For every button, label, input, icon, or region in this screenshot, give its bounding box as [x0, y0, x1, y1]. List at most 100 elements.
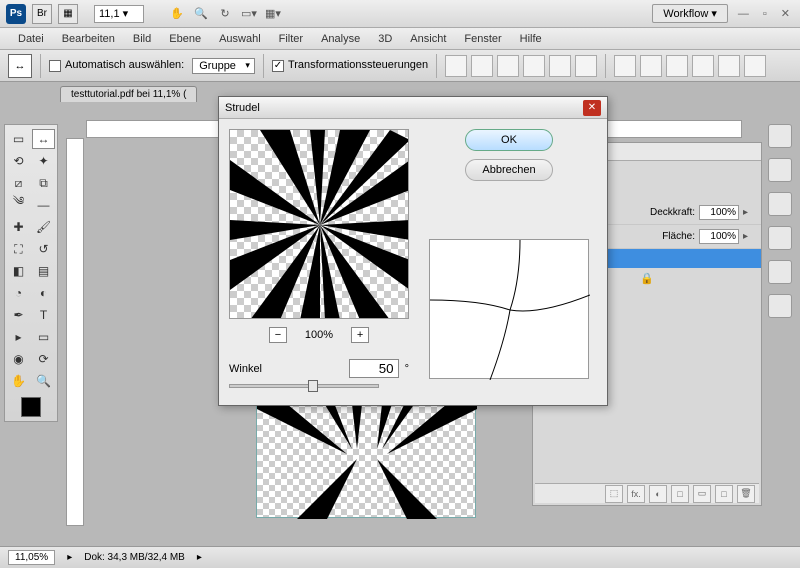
pen-tool[interactable]: ✒ [7, 305, 30, 325]
angle-slider[interactable] [229, 384, 379, 388]
minimize-icon[interactable]: — [734, 8, 753, 20]
dock-channels-icon[interactable] [768, 192, 792, 216]
foreground-color-icon[interactable] [21, 397, 41, 417]
3d-camera-tool[interactable]: ⟳ [32, 349, 55, 369]
align-bottom-icon[interactable] [497, 55, 519, 77]
menu-analyse[interactable]: Analyse [313, 31, 368, 47]
menu-datei[interactable]: Datei [10, 31, 52, 47]
shape-tool[interactable]: ▭ [32, 327, 55, 347]
menu-filter[interactable]: Filter [271, 31, 311, 47]
link-layers-icon[interactable]: ⬚ [605, 485, 623, 503]
3d-tool[interactable]: ◉ [7, 349, 30, 369]
gradient-tool[interactable]: ▤ [32, 261, 55, 281]
close-icon[interactable]: ✕ [777, 7, 794, 20]
lasso-tool[interactable]: ⟲ [7, 151, 30, 171]
panel-dock [768, 124, 796, 318]
group-icon[interactable]: ▭ [693, 485, 711, 503]
marquee-tool[interactable]: ▭ [7, 129, 30, 149]
ok-button[interactable]: OK [465, 129, 553, 151]
distribute-3-icon[interactable] [666, 55, 688, 77]
dialog-close-icon[interactable]: ✕ [583, 100, 601, 116]
auto-select-dropdown[interactable]: Gruppe [192, 58, 255, 74]
chevron-right-icon[interactable]: ▸ [67, 552, 72, 563]
align-hcenter-icon[interactable] [549, 55, 571, 77]
eyedropper-tool[interactable]: ༄ [7, 195, 30, 215]
status-doc-size: Dok: 34,3 MB/32,4 MB [84, 552, 185, 563]
dock-history-icon[interactable] [768, 294, 792, 318]
bucket-tool[interactable]: ◔ [7, 283, 30, 303]
fill-label: Fläche: [662, 231, 695, 242]
ruler-tool[interactable]: — [32, 195, 55, 215]
align-left-icon[interactable] [523, 55, 545, 77]
menu-ansicht[interactable]: Ansicht [402, 31, 454, 47]
dialog-titlebar[interactable]: Strudel ✕ [219, 97, 607, 119]
brush-tool[interactable]: 🖌 [32, 217, 55, 237]
zoom-level-field[interactable]: 11,1 ▾ [94, 5, 144, 23]
dodge-tool[interactable]: ◐ [32, 283, 55, 303]
angle-field[interactable] [349, 359, 399, 378]
status-zoom[interactable]: 11,05% [8, 550, 55, 565]
history-brush-tool[interactable]: ↺ [32, 239, 55, 259]
arrange-icon[interactable]: ▦▾ [264, 5, 282, 23]
move-tool-icon[interactable]: ↔ [8, 54, 32, 78]
heal-tool[interactable]: ✚ [7, 217, 30, 237]
stamp-tool[interactable]: ⛶ [7, 239, 30, 259]
fill-arrow-icon[interactable]: ▸ [743, 231, 755, 242]
adjustment-icon[interactable]: □ [671, 485, 689, 503]
bridge-icon[interactable]: Br [32, 4, 52, 24]
auto-select-checkbox[interactable]: Automatisch auswählen: [49, 59, 184, 71]
move-tool[interactable]: ↔ [32, 129, 55, 149]
hand-icon[interactable]: ✋ [168, 5, 186, 23]
menu-hilfe[interactable]: Hilfe [512, 31, 550, 47]
hand-tool[interactable]: ✋ [7, 371, 30, 391]
rotate-icon[interactable]: ↻ [216, 5, 234, 23]
wand-tool[interactable]: ✦ [32, 151, 55, 171]
distribute-6-icon[interactable] [744, 55, 766, 77]
distribute-2-icon[interactable] [640, 55, 662, 77]
new-layer-icon[interactable]: □ [715, 485, 733, 503]
align-top-icon[interactable] [445, 55, 467, 77]
path-select-tool[interactable]: ▸ [7, 327, 30, 347]
cancel-button[interactable]: Abbrechen [465, 159, 553, 181]
preview-canvas[interactable] [229, 129, 409, 319]
distribute-1-icon[interactable] [614, 55, 636, 77]
screen-mode-icon[interactable]: ▭▾ [240, 5, 258, 23]
preview-swirl-icon [230, 130, 409, 319]
dock-expand-icon[interactable] [768, 124, 792, 148]
type-tool[interactable]: T [32, 305, 55, 325]
workspace-button[interactable]: Workflow ▾ [652, 4, 728, 23]
zoom-icon[interactable]: 🔍 [192, 5, 210, 23]
zoom-tool[interactable]: 🔍 [32, 371, 55, 391]
dock-layers-icon[interactable] [768, 158, 792, 182]
maximize-icon[interactable]: ▫ [759, 8, 771, 20]
distribute-5-icon[interactable] [718, 55, 740, 77]
layout-icon[interactable]: ▦ [58, 4, 78, 24]
slice-tool[interactable]: ⧉ [32, 173, 55, 193]
dock-adjustments-icon[interactable] [768, 260, 792, 284]
menu-auswahl[interactable]: Auswahl [211, 31, 269, 47]
fx-icon[interactable]: fx. [627, 485, 645, 503]
distribute-4-icon[interactable] [692, 55, 714, 77]
mask-icon[interactable]: ◐ [649, 485, 667, 503]
swirl-diagram [429, 239, 589, 379]
status-bar: 11,05% ▸ Dok: 34,3 MB/32,4 MB ▸ [0, 546, 800, 568]
chevron-right-icon[interactable]: ▸ [197, 552, 202, 563]
menu-ebene[interactable]: Ebene [161, 31, 209, 47]
opacity-field[interactable]: 100% [699, 205, 739, 220]
fill-field[interactable]: 100% [699, 229, 739, 244]
menu-bild[interactable]: Bild [125, 31, 159, 47]
zoom-in-button[interactable]: + [351, 327, 369, 343]
menu-3d[interactable]: 3D [370, 31, 400, 47]
menu-bearbeiten[interactable]: Bearbeiten [54, 31, 123, 47]
align-right-icon[interactable] [575, 55, 597, 77]
opacity-arrow-icon[interactable]: ▸ [743, 207, 755, 218]
transform-checkbox[interactable]: Transformationssteuerungen [272, 59, 428, 71]
trash-icon[interactable]: 🗑 [737, 485, 755, 503]
align-vcenter-icon[interactable] [471, 55, 493, 77]
slider-thumb-icon[interactable] [308, 380, 318, 392]
eraser-tool[interactable]: ◧ [7, 261, 30, 281]
dock-paths-icon[interactable] [768, 226, 792, 250]
document-tab[interactable]: testtutorial.pdf bei 11,1% ( [60, 86, 197, 102]
menu-fenster[interactable]: Fenster [456, 31, 509, 47]
zoom-out-button[interactable]: − [269, 327, 287, 343]
